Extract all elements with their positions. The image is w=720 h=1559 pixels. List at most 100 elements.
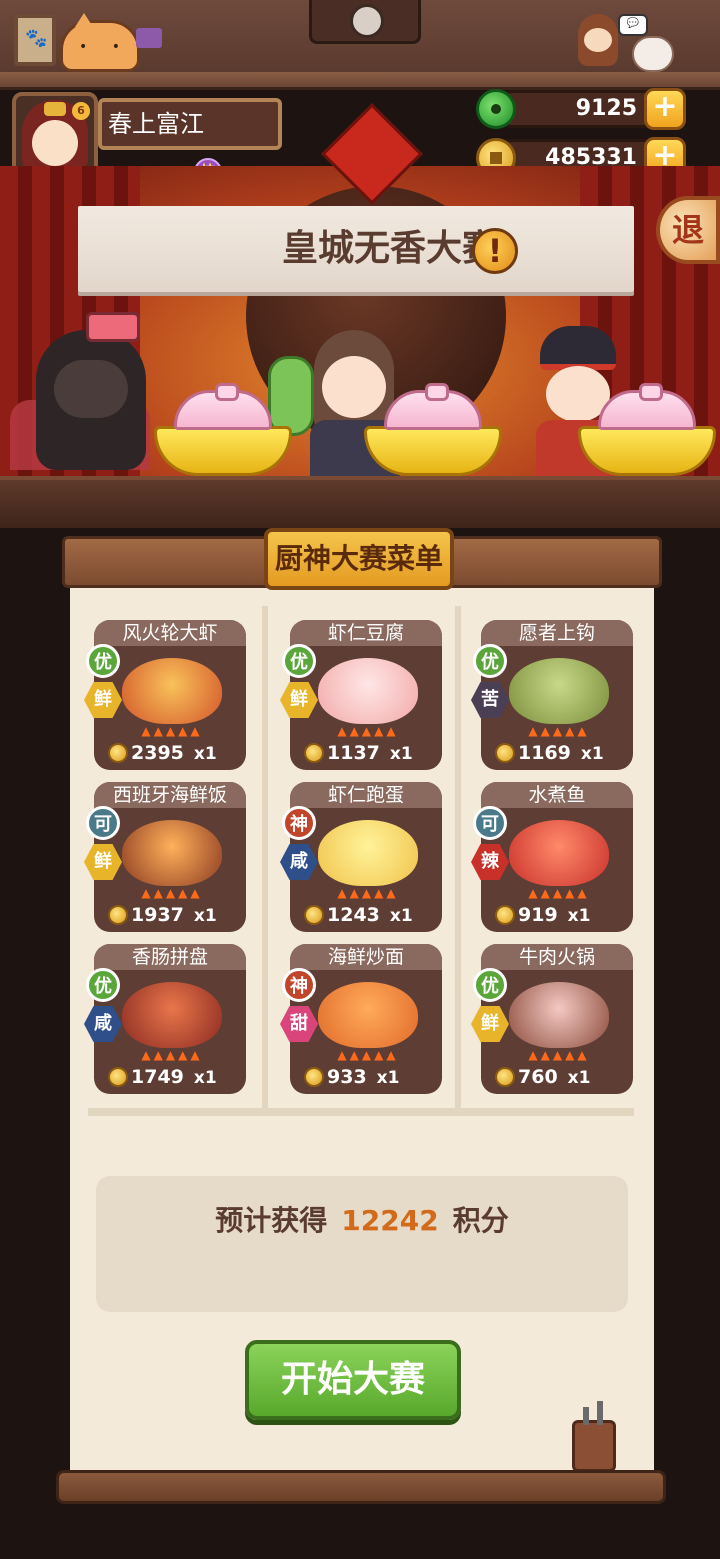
coin-icon <box>108 905 128 925</box>
flame-rating-icon: ▲▲▲▲▲ <box>337 1048 399 1062</box>
dish-name: 香肠拼盘 <box>94 944 246 970</box>
dish-quantity: x1 <box>376 1068 400 1088</box>
dish-price: 2395 <box>131 742 184 764</box>
shelf-plank <box>0 72 720 90</box>
dish-quantity: x1 <box>193 906 217 926</box>
flame-rating-icon: ▲▲▲▲▲ <box>141 1048 203 1062</box>
coin-icon <box>108 1067 128 1087</box>
grade-badge: 神 <box>282 968 316 1002</box>
stage-floor <box>0 476 720 528</box>
dish-image <box>509 658 609 724</box>
grade-badge: 优 <box>473 968 507 1002</box>
flame-rating-icon: ▲▲▲▲▲ <box>528 1048 590 1062</box>
bottom-floor <box>0 1504 720 1559</box>
dish-price-row: 1243 x1 <box>304 902 440 928</box>
dish-price: 1137 <box>327 742 380 764</box>
dish-price-row: 1169 x1 <box>495 740 631 766</box>
dish-name: 愿者上钩 <box>481 620 633 646</box>
dish-name: 水煮鱼 <box>481 782 633 808</box>
dish-image <box>122 658 222 724</box>
dish-tureen <box>154 383 292 478</box>
dish-price: 1243 <box>327 904 380 926</box>
menu-title: 厨神大赛菜单 <box>264 528 454 590</box>
dish-quantity: x1 <box>580 744 604 764</box>
grade-badge: 可 <box>473 806 507 840</box>
dish-price: 1169 <box>518 742 571 764</box>
bear-king-judge <box>0 290 160 480</box>
exit-button[interactable]: 退 <box>656 196 720 264</box>
grade-badge: 优 <box>86 968 120 1002</box>
player-name: 春上富江 <box>98 98 282 150</box>
flame-rating-icon: ▲▲▲▲▲ <box>337 886 399 900</box>
flame-rating-icon: ▲▲▲▲▲ <box>528 886 590 900</box>
knife-block-decoration <box>572 1401 616 1472</box>
jade-icon <box>476 89 516 129</box>
coin-icon <box>304 905 324 925</box>
start-contest-button[interactable]: 开始大赛 <box>245 1340 461 1420</box>
book-decoration <box>136 28 162 48</box>
dish-price: 1749 <box>131 1066 184 1088</box>
dish-image <box>318 820 418 886</box>
flame-rating-icon: ▲▲▲▲▲ <box>141 724 203 738</box>
dish-name: 海鲜炒面 <box>290 944 442 970</box>
dish-image <box>509 982 609 1048</box>
dish-quantity: x1 <box>193 744 217 764</box>
contest-title: 皇城无香大赛 <box>281 228 498 269</box>
dish-name: 西班牙海鲜饭 <box>94 782 246 808</box>
score-prefix: 预计获得 <box>215 1204 328 1237</box>
paw-frame-decoration <box>14 14 56 66</box>
dish-price-row: 1749 x1 <box>108 1064 244 1090</box>
coin-icon <box>495 905 515 925</box>
dish-image <box>318 982 418 1048</box>
info-alert-icon[interactable]: ! <box>472 228 518 274</box>
dish-name: 虾仁跑蛋 <box>290 782 442 808</box>
dish-price: 1937 <box>131 904 184 926</box>
coin-icon <box>495 743 515 763</box>
bottom-beam <box>56 1470 666 1504</box>
dish-price: 760 <box>518 1066 558 1088</box>
grade-badge: 优 <box>86 644 120 678</box>
dish-price-row: 2395 x1 <box>108 740 244 766</box>
dish-image <box>509 820 609 886</box>
dish-tureen <box>578 383 716 478</box>
dish-price: 933 <box>327 1066 367 1088</box>
dish-price: 919 <box>518 904 558 926</box>
dish-price-row: 933 x1 <box>304 1064 440 1090</box>
dish-name: 风火轮大虾 <box>94 620 246 646</box>
dish-quantity: x1 <box>567 1068 591 1088</box>
coin-icon <box>108 743 128 763</box>
orange-cat-decoration: • • <box>60 13 140 72</box>
dish-image <box>318 658 418 724</box>
dish-name: 虾仁豆腐 <box>290 620 442 646</box>
grade-badge: 神 <box>282 806 316 840</box>
dish-name: 牛肉火锅 <box>481 944 633 970</box>
grade-badge: 优 <box>473 644 507 678</box>
score-suffix: 积分 <box>452 1204 509 1237</box>
jade-balance: 9125 <box>494 90 664 128</box>
score-value: 12242 <box>341 1204 439 1237</box>
customers-decoration: 💬 <box>556 10 686 74</box>
flame-rating-icon: ▲▲▲▲▲ <box>528 724 590 738</box>
dish-price-row: 919 x1 <box>495 902 631 928</box>
level-badge: 6 <box>72 102 90 120</box>
dish-quantity: x1 <box>389 906 413 926</box>
add-jade-button[interactable]: + <box>644 88 686 130</box>
dish-price-row: 1137 x1 <box>304 740 440 766</box>
dish-quantity: x1 <box>193 1068 217 1088</box>
dish-price-row: 760 x1 <box>495 1064 631 1090</box>
grade-badge: 可 <box>86 806 120 840</box>
dish-quantity: x1 <box>567 906 591 926</box>
raccoon-sign-decoration <box>309 0 421 44</box>
dish-tureen <box>364 383 502 478</box>
coin-icon <box>495 1067 515 1087</box>
dish-image <box>122 820 222 886</box>
flame-rating-icon: ▲▲▲▲▲ <box>141 886 203 900</box>
coin-icon <box>304 1067 324 1087</box>
coin-icon <box>304 743 324 763</box>
dish-price-row: 1937 x1 <box>108 902 244 928</box>
estimated-score: 预计获得 12242 积分 <box>96 1176 628 1266</box>
dish-image <box>122 982 222 1048</box>
grade-badge: 优 <box>282 644 316 678</box>
flame-rating-icon: ▲▲▲▲▲ <box>337 724 399 738</box>
dish-quantity: x1 <box>389 744 413 764</box>
